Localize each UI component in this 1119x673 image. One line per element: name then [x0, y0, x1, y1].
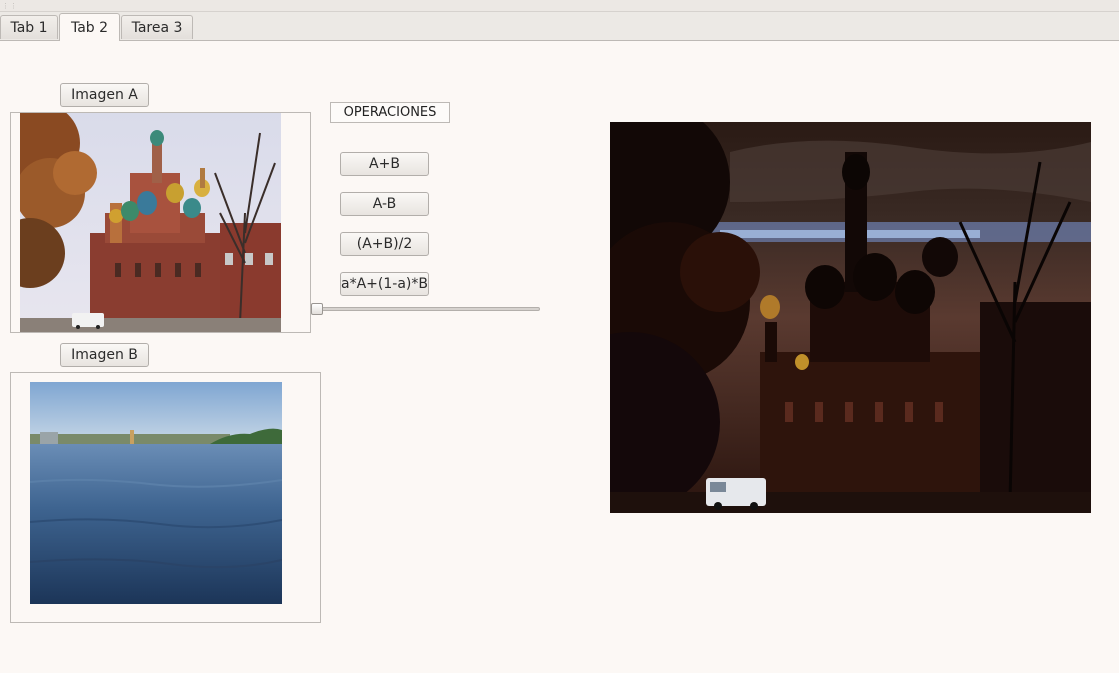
window-top-strip: ⋮⋮ [0, 0, 1119, 12]
result-image [610, 122, 1091, 513]
tab-1[interactable]: Tab 1 [0, 15, 58, 39]
tab-2[interactable]: Tab 2 [59, 13, 120, 41]
subtract-button[interactable]: A-B [340, 192, 429, 216]
image-b-river [30, 382, 282, 604]
resize-grip-icon[interactable]: ⋮⋮ [2, 2, 18, 10]
blend-button[interactable]: a*A+(1-a)*B [340, 272, 429, 296]
tab-tarea-3[interactable]: Tarea 3 [121, 15, 193, 39]
operations-label: OPERACIONES [330, 102, 450, 123]
load-image-a-button[interactable]: Imagen A [60, 83, 149, 107]
image-b-frame [10, 372, 321, 623]
alpha-slider-handle[interactable] [311, 303, 323, 315]
image-a-frame [10, 112, 311, 333]
image-a-cathedral [20, 113, 281, 332]
alpha-slider-track[interactable] [316, 307, 540, 311]
average-button[interactable]: (A+B)/2 [340, 232, 429, 256]
tab-bar: Tab 1 Tab 2 Tarea 3 [0, 12, 1119, 41]
load-image-b-button[interactable]: Imagen B [60, 343, 149, 367]
add-button[interactable]: A+B [340, 152, 429, 176]
